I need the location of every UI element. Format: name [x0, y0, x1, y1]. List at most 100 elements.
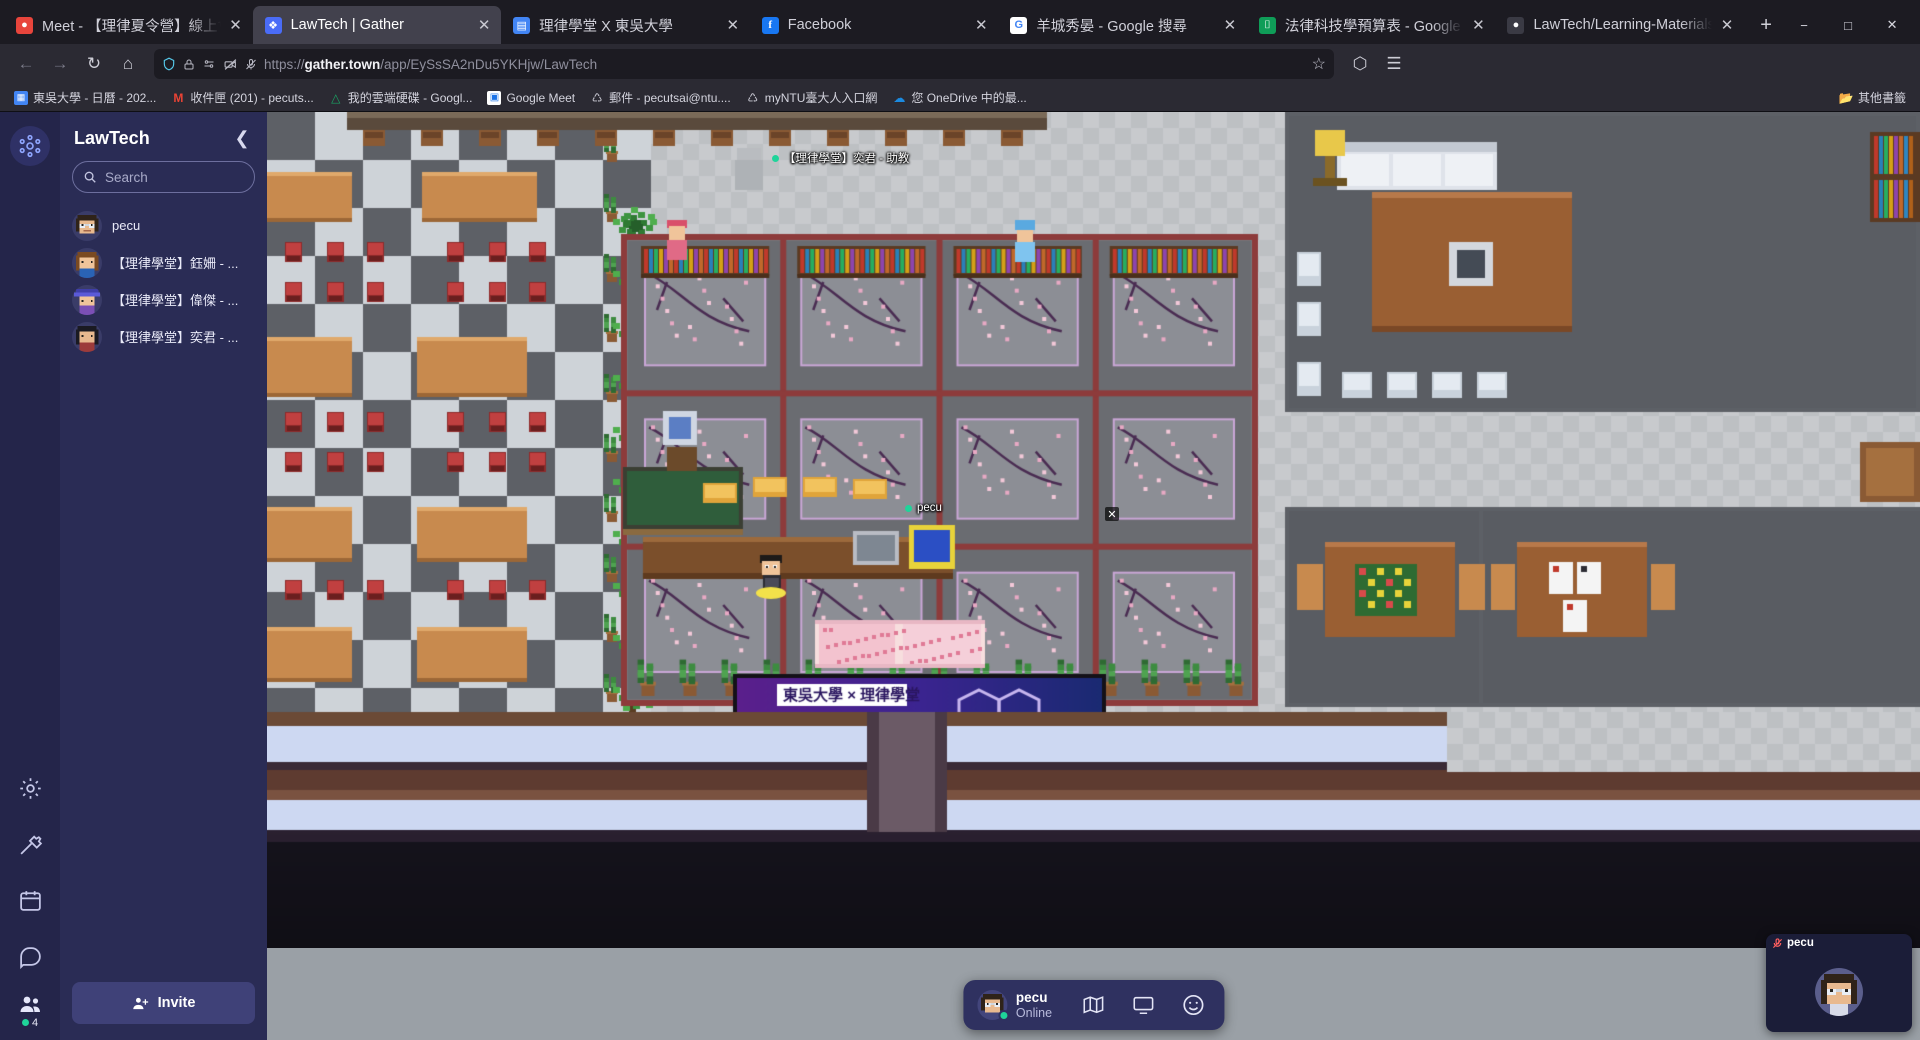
avatar	[72, 285, 102, 315]
other-bookmarks-folder[interactable]: 📂 其他書籤	[1833, 87, 1912, 108]
google-icon: G	[1010, 17, 1027, 34]
sidebar-item-participants[interactable]: 4	[2, 984, 58, 1040]
globe-icon: ♺	[590, 91, 604, 105]
participants-sidebar: LawTech ❮	[60, 112, 267, 1040]
bookmark-item[interactable]: ☁ 您 OneDrive 中的最...	[886, 87, 1032, 108]
screen-icon[interactable]	[1120, 985, 1166, 1025]
search-input[interactable]	[105, 170, 244, 185]
reload-icon[interactable]: ↻	[78, 48, 110, 80]
window-controls: − □ ✕	[1782, 6, 1914, 44]
participant-name: 【理律學堂】鈺姍 - ...	[112, 253, 238, 272]
browser-tab[interactable]: f Facebook ✕	[750, 6, 999, 44]
extensions-icon[interactable]: ☰	[1378, 48, 1410, 80]
lock-icon[interactable]	[183, 58, 195, 71]
video-tile[interactable]: pecu	[1766, 934, 1912, 1032]
facebook-icon: f	[762, 17, 779, 34]
left-rail: 4	[0, 112, 60, 1040]
close-icon[interactable]: ✕	[722, 14, 744, 36]
bookmark-item[interactable]: △ 我的雲端硬碟 - Googl...	[323, 87, 479, 108]
other-bookmarks-label: 其他書籤	[1858, 89, 1906, 106]
maximize-button[interactable]: □	[1826, 6, 1870, 44]
close-icon[interactable]: ✕	[1105, 507, 1119, 521]
bookmark-label: 東吳大學 - 日曆 - 202...	[33, 89, 156, 106]
pocket-icon[interactable]: ⬡	[1344, 48, 1376, 80]
mic-muted-icon	[1772, 938, 1783, 949]
gather-icon: ❖	[265, 17, 282, 34]
bookmark-label: Google Meet	[506, 91, 575, 105]
browser-tab[interactable]: ⌷ 法律科技學預算表 - Google 試算表 ✕	[1247, 6, 1496, 44]
browser-tab-active[interactable]: ❖ LawTech | Gather ✕	[253, 6, 502, 44]
browser-tab[interactable]: G 羊城秀晏 - Google 搜尋 ✕	[998, 6, 1247, 44]
tab-label: Facebook	[788, 17, 967, 33]
game-canvas-area[interactable]: 【理律學堂】奕君 - 助教 pecu ✕	[267, 112, 1920, 1040]
bookmark-label: 收件匣 (201) - pecuts...	[190, 89, 313, 106]
meet-icon: ▣	[487, 91, 501, 105]
tab-label: 法律科技學預算表 - Google 試算表	[1285, 15, 1464, 36]
list-item[interactable]: 【理律學堂】奕君 - ...	[60, 318, 267, 355]
invite-button[interactable]: Invite	[72, 982, 255, 1024]
map-canvas[interactable]	[267, 112, 1920, 948]
bookmark-item[interactable]: M 收件匣 (201) - pecuts...	[165, 87, 319, 108]
close-icon[interactable]: ✕	[970, 14, 992, 36]
chat-icon[interactable]	[2, 928, 58, 984]
minimize-button[interactable]: −	[1782, 6, 1826, 44]
forward-icon[interactable]: →	[44, 48, 76, 80]
participant-count: 4	[22, 1017, 38, 1029]
mic-blocked-icon[interactable]	[245, 58, 257, 71]
online-dot	[998, 1010, 1009, 1021]
new-tab-button[interactable]: +	[1750, 9, 1782, 41]
github-icon: ●	[1507, 17, 1524, 34]
bookmark-item[interactable]: ♺ myNTU臺大人入口網	[740, 87, 884, 108]
navigation-bar: ← → ↻ ⌂ https://gather.town/app/EySsSA2n…	[0, 44, 1920, 84]
video-tile-name: pecu	[1787, 937, 1814, 949]
browser-window: ● Meet - 【理律夏令營】線上會議 ✕ ❖ LawTech | Gathe…	[0, 0, 1920, 1040]
close-window-button[interactable]: ✕	[1870, 6, 1914, 44]
avatar	[72, 211, 102, 241]
gear-icon[interactable]	[2, 760, 58, 816]
bookmark-item[interactable]: ♺ 郵件 - pecutsai@ntu....	[584, 87, 737, 108]
close-icon[interactable]: ✕	[1467, 14, 1489, 36]
bookmark-star-icon[interactable]: ☆	[1312, 54, 1326, 74]
shield-icon[interactable]	[162, 57, 176, 71]
user-name: pecu	[1016, 990, 1052, 1005]
tab-label: LawTech | Gather	[291, 17, 470, 33]
user-status: Online	[1016, 1006, 1052, 1020]
browser-tab[interactable]: ● LawTech/Learning-Materials a ✕	[1495, 6, 1744, 44]
avatar	[72, 322, 102, 352]
map-icon[interactable]	[1070, 985, 1116, 1025]
avatar	[977, 990, 1007, 1020]
close-icon[interactable]: ✕	[1716, 14, 1738, 36]
tab-label: Meet - 【理律夏令營】線上會議	[42, 15, 221, 36]
home-icon[interactable]: ⌂	[112, 48, 144, 80]
close-icon[interactable]: ✕	[1219, 14, 1241, 36]
close-icon[interactable]: ✕	[225, 14, 247, 36]
smiley-icon[interactable]	[1170, 985, 1216, 1025]
url-text: https://gather.town/app/EySsSA2nDu5YKHjw…	[264, 57, 597, 72]
gather-logo-icon[interactable]	[10, 126, 50, 166]
sheets-icon: ⌷	[1259, 17, 1276, 34]
gmail-icon: M	[171, 91, 185, 105]
address-bar[interactable]: https://gather.town/app/EySsSA2nDu5YKHjw…	[154, 49, 1334, 79]
current-user-button[interactable]: pecu Online	[971, 985, 1066, 1025]
online-dot	[22, 1019, 29, 1026]
calendar-icon[interactable]	[2, 872, 58, 928]
search-box[interactable]	[72, 161, 255, 193]
list-item[interactable]: pecu	[60, 207, 267, 244]
list-item[interactable]: 【理律學堂】偉傑 - ...	[60, 281, 267, 318]
chevron-left-icon[interactable]: ❮	[231, 128, 253, 149]
bookmark-item[interactable]: ▦ 東吳大學 - 日曆 - 202...	[8, 87, 162, 108]
back-icon[interactable]: ←	[10, 48, 42, 80]
browser-tab[interactable]: ● Meet - 【理律夏令營】線上會議 ✕	[4, 6, 253, 44]
calendar-icon: ▦	[14, 91, 28, 105]
avatar-pecu	[1815, 968, 1863, 1016]
permissions-icon[interactable]	[202, 58, 216, 70]
browser-tab[interactable]: ▤ 理律學堂 X 東吳大學 ✕	[501, 6, 750, 44]
sidebar-header: LawTech ❮	[60, 112, 267, 159]
participant-name: pecu	[112, 218, 140, 233]
camera-blocked-icon[interactable]	[223, 58, 238, 71]
close-icon[interactable]: ✕	[473, 14, 495, 36]
list-item[interactable]: 【理律學堂】鈺姍 - ...	[60, 244, 267, 281]
bookmark-item[interactable]: ▣ Google Meet	[481, 89, 581, 107]
tab-label: 理律學堂 X 東吳大學	[539, 15, 718, 36]
hammer-icon[interactable]	[2, 816, 58, 872]
